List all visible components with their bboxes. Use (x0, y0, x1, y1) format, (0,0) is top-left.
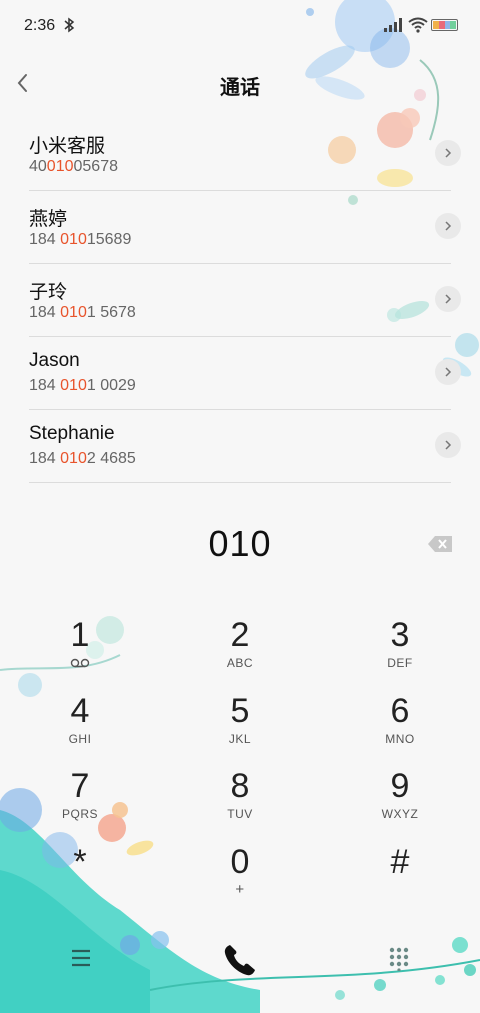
key-digit: 0 (230, 843, 250, 881)
bluetooth-icon (64, 17, 75, 33)
key-2[interactable]: 2 ABC (180, 616, 300, 686)
key-8[interactable]: 8 TUV (180, 767, 300, 837)
key-letters: PQRS (61, 807, 98, 821)
key-letters: DEF (387, 656, 413, 670)
details-chevron-icon[interactable] (435, 432, 461, 458)
details-chevron-icon[interactable] (435, 213, 461, 239)
key-4[interactable]: 4 GHI (20, 692, 140, 762)
details-chevron-icon[interactable] (435, 140, 461, 166)
key-digit: 5 (230, 692, 250, 730)
key-1[interactable]: 1 (20, 616, 140, 686)
key-digit: 9 (390, 767, 410, 805)
contact-row[interactable]: 燕婷 184 01015689 (0, 191, 480, 264)
key-letters: TUV (227, 807, 253, 821)
key-digit: 7 (70, 767, 90, 805)
backspace-icon[interactable] (427, 535, 453, 553)
contact-name: Jason (29, 350, 80, 371)
key-digit: # (390, 843, 410, 881)
key-digit: 8 (230, 767, 250, 805)
key-digit: 6 (390, 692, 410, 730)
key-5[interactable]: 5 JKL (180, 692, 300, 762)
key-star[interactable]: * (20, 843, 140, 913)
key-digit: 1 (70, 616, 90, 654)
dialed-number-display: 010 (208, 523, 272, 564)
page-title: 通话 (220, 77, 260, 99)
contact-row[interactable]: 小米客服 4001005678 (0, 118, 480, 191)
call-button-phone-icon[interactable] (222, 942, 258, 978)
contact-name: 燕婷 (29, 209, 68, 230)
contact-name: 子玲 (29, 282, 68, 303)
key-3[interactable]: 3 DEF (340, 616, 460, 686)
signal-icon (384, 18, 402, 32)
key-6[interactable]: 6 MNO (340, 692, 460, 762)
key-letters: + (235, 881, 245, 898)
key-letters: WXYZ (381, 807, 419, 821)
key-letters: MNO (385, 732, 415, 746)
status-time: 2:36 (24, 17, 56, 34)
row-divider (29, 482, 451, 483)
contact-row[interactable]: 子玲 184 0101 5678 (0, 264, 480, 337)
key-7[interactable]: 7 PQRS (20, 767, 140, 837)
contact-number: 184 0101 0029 (29, 377, 136, 394)
menu-icon[interactable] (71, 949, 91, 967)
key-letters: ABC (226, 656, 254, 670)
contact-number: 4001005678 (29, 158, 118, 175)
key-9[interactable]: 9 WXYZ (340, 767, 460, 837)
contact-number: 184 0102 4685 (29, 450, 136, 467)
battery-icon (431, 19, 458, 31)
key-digit: 3 (390, 616, 410, 654)
contact-name: 小米客服 (29, 136, 106, 157)
key-0[interactable]: 0 + (180, 843, 300, 913)
key-digit: * (73, 843, 87, 881)
contact-name: Stephanie (29, 423, 115, 444)
key-letters: JKL (228, 732, 252, 746)
contact-row[interactable]: Jason 184 0101 0029 (0, 337, 480, 410)
contact-number: 184 01015689 (29, 231, 132, 248)
key-digit: 2 (230, 616, 250, 654)
contact-list: 小米客服 4001005678 燕婷 184 01015689 子玲 184 0… (0, 118, 480, 483)
voicemail-icon (70, 658, 90, 668)
key-hash[interactable]: # (340, 843, 460, 913)
dialpad-toggle-icon[interactable] (389, 947, 409, 971)
key-digit: 4 (70, 692, 90, 730)
wifi-icon (408, 17, 428, 33)
contact-number: 184 0101 5678 (29, 304, 136, 321)
details-chevron-icon[interactable] (435, 359, 461, 385)
contact-row[interactable]: Stephanie 184 0102 4685 (0, 410, 480, 483)
details-chevron-icon[interactable] (435, 286, 461, 312)
status-bar: 2:36 (0, 0, 480, 52)
key-letters: GHI (68, 732, 92, 746)
